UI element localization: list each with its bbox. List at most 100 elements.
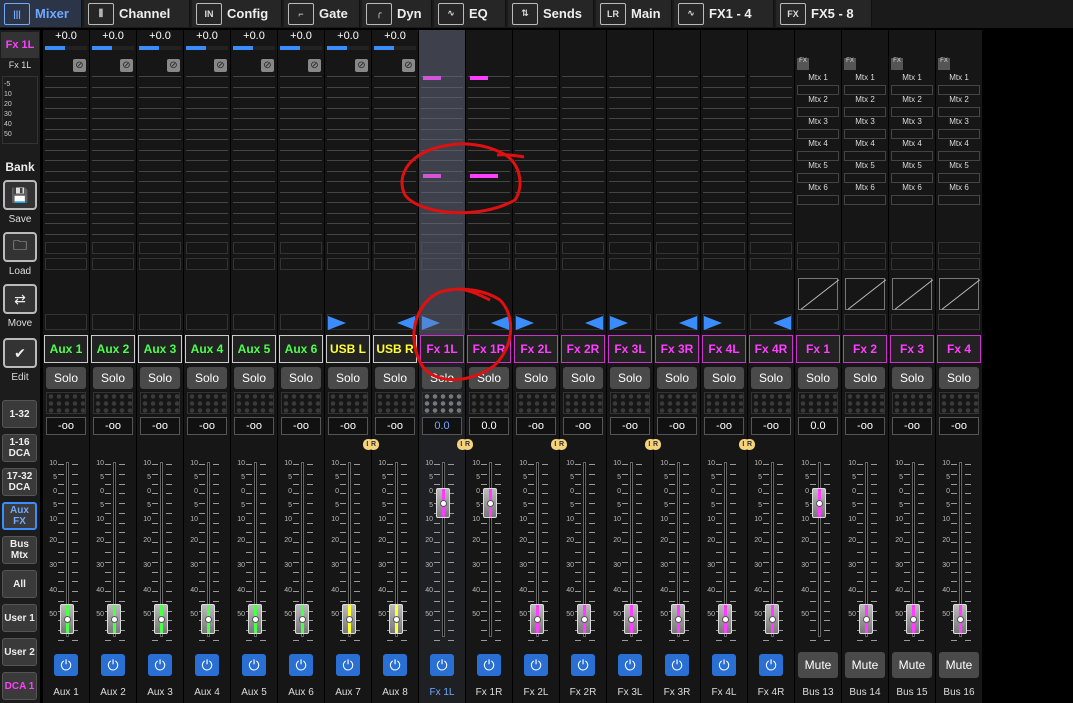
fader[interactable]: 10 5 0 5 10 20 30 40 50 — [420, 452, 464, 650]
bank-button-1-32[interactable]: 1-32 — [2, 400, 37, 428]
bypass-icon[interactable]: ⊘ — [120, 59, 133, 72]
solo-button[interactable]: Solo — [328, 367, 368, 389]
bank-button-aux-fx[interactable]: Aux FX — [2, 502, 37, 530]
fader-level-value[interactable]: 0.0 — [469, 417, 509, 435]
matrix-send-label[interactable]: Mtx 3 — [891, 116, 933, 127]
bypass-icon[interactable]: ⊘ — [73, 59, 86, 72]
matrix-send-label[interactable]: Mtx 1 — [844, 72, 886, 83]
channel-on-button[interactable]: ⏻ — [336, 654, 360, 676]
solo-button[interactable]: Solo — [93, 367, 133, 389]
bypass-icon[interactable]: ⊘ — [167, 59, 180, 72]
matrix-send-label[interactable]: Mtx 6 — [797, 182, 839, 193]
fader-level-value[interactable]: -oo — [187, 417, 227, 435]
fader-level-value[interactable]: -oo — [704, 417, 744, 435]
bank-button-user-2[interactable]: User 2 — [2, 638, 37, 666]
pan-indicator[interactable] — [280, 314, 322, 330]
fader[interactable]: 10 5 0 5 10 20 30 40 50 — [326, 452, 370, 650]
matrix-send-label[interactable]: Mtx 3 — [938, 116, 980, 127]
matrix-send-label[interactable]: Mtx 5 — [938, 160, 980, 171]
mute-button[interactable]: Mute — [939, 652, 979, 678]
fader-level-value[interactable]: -oo — [375, 417, 415, 435]
channel-on-button[interactable]: ⏻ — [665, 654, 689, 676]
matrix-send-label[interactable]: Mtx 4 — [797, 138, 839, 149]
fader[interactable]: 10 5 0 5 10 20 30 40 50 — [514, 452, 558, 650]
matrix-send-label[interactable]: Mtx 4 — [844, 138, 886, 149]
tab-sends[interactable]: ⇅ Sends — [508, 0, 594, 27]
gain-value[interactable]: +0.0 — [327, 30, 369, 44]
channel-name[interactable]: Aux 4 — [185, 335, 229, 363]
matrix-send-label[interactable]: Mtx 6 — [891, 182, 933, 193]
fader-knob[interactable] — [201, 603, 215, 634]
channel-name[interactable]: USB L — [326, 335, 370, 363]
tab-gate[interactable]: ⌐ Gate — [284, 0, 360, 27]
channel-name[interactable]: Fx 1R — [467, 335, 511, 363]
move-button[interactable]: ⇄ — [3, 284, 37, 314]
gain-value[interactable]: +0.0 — [280, 30, 322, 44]
channel-name[interactable]: Fx 4R — [749, 335, 793, 363]
fader[interactable]: 10 5 0 5 10 20 30 40 50 — [185, 452, 229, 650]
fader-level-value[interactable]: 0.0 — [422, 417, 462, 435]
fader-knob[interactable] — [436, 487, 450, 518]
channel-name[interactable]: Fx 3 — [890, 335, 934, 363]
solo-button[interactable]: Solo — [422, 367, 462, 389]
fader-level-value[interactable]: -oo — [234, 417, 274, 435]
channel-on-button[interactable]: ⏻ — [618, 654, 642, 676]
pan-curve-display[interactable] — [798, 278, 838, 310]
bypass-icon[interactable]: ⊘ — [214, 59, 227, 72]
fader[interactable]: 10 5 0 5 10 20 30 40 50 — [655, 452, 699, 650]
pan-indicator[interactable] — [233, 314, 275, 330]
fader[interactable]: 10 5 0 5 10 20 30 40 50 — [937, 452, 981, 650]
channel-name[interactable]: Aux 5 — [232, 335, 276, 363]
channel-on-button[interactable]: ⏻ — [759, 654, 783, 676]
fader-knob[interactable] — [953, 603, 967, 634]
channel-name[interactable]: Fx 1 — [796, 335, 840, 363]
channel-on-button[interactable]: ⏻ — [242, 654, 266, 676]
solo-button[interactable]: Solo — [751, 367, 791, 389]
solo-button[interactable]: Solo — [140, 367, 180, 389]
channel-name[interactable]: Fx 3L — [608, 335, 652, 363]
matrix-send-label[interactable]: Mtx 5 — [797, 160, 839, 171]
fader-level-value[interactable]: -oo — [939, 417, 979, 435]
fader[interactable]: 10 5 0 5 10 20 30 40 50 — [796, 452, 840, 650]
matrix-send-label[interactable]: Mtx 6 — [938, 182, 980, 193]
channel-name[interactable]: Aux 1 — [44, 335, 88, 363]
fader-knob[interactable] — [248, 603, 262, 634]
tab-dyn[interactable]: ╭ Dyn — [362, 0, 432, 27]
channel-on-button[interactable]: ⏻ — [430, 654, 454, 676]
tab-eq[interactable]: ∿ EQ — [434, 0, 506, 27]
channel-on-button[interactable]: ⏻ — [477, 654, 501, 676]
channel-name[interactable]: Fx 2R — [561, 335, 605, 363]
matrix-send-label[interactable]: Mtx 6 — [844, 182, 886, 193]
fader-knob[interactable] — [765, 603, 779, 634]
fader[interactable]: 10 5 0 5 10 20 30 40 50 — [890, 452, 934, 650]
channel-on-button[interactable]: ⏻ — [383, 654, 407, 676]
channel-on-button[interactable]: ⏻ — [571, 654, 595, 676]
fader-knob[interactable] — [906, 603, 920, 634]
fader-level-value[interactable]: 0.0 — [798, 417, 838, 435]
fader-level-value[interactable]: -oo — [563, 417, 603, 435]
tab-mixer[interactable]: ||| Mixer — [0, 0, 82, 27]
fader[interactable]: 10 5 0 5 10 20 30 40 50 — [702, 452, 746, 650]
fader-level-value[interactable]: -oo — [516, 417, 556, 435]
channel-on-button[interactable]: ⏻ — [289, 654, 313, 676]
channel-name[interactable]: Fx 3R — [655, 335, 699, 363]
tab-fx5-8[interactable]: FX FX5 - 8 — [776, 0, 872, 27]
matrix-send-level[interactable] — [844, 195, 886, 205]
fader-knob[interactable] — [389, 603, 403, 634]
fader-knob[interactable] — [671, 603, 685, 634]
fader-knob[interactable] — [812, 487, 826, 518]
bank-button-dca-1[interactable]: DCA 1 — [2, 672, 37, 700]
channel-name[interactable]: USB R — [373, 335, 417, 363]
pan-indicator[interactable] — [45, 314, 87, 330]
solo-button[interactable]: Solo — [798, 367, 838, 389]
fader[interactable]: 10 5 0 5 10 20 30 40 50 — [91, 452, 135, 650]
fader[interactable]: 10 5 0 5 10 20 30 40 50 — [608, 452, 652, 650]
matrix-send-label[interactable]: Mtx 5 — [891, 160, 933, 171]
channel-name[interactable]: Fx 4L — [702, 335, 746, 363]
matrix-send-label[interactable]: Mtx 2 — [938, 94, 980, 105]
fader-knob[interactable] — [342, 603, 356, 634]
fader-knob[interactable] — [295, 603, 309, 634]
bank-button-user-1[interactable]: User 1 — [2, 604, 37, 632]
fader-knob[interactable] — [577, 603, 591, 634]
pan-indicator[interactable] — [797, 314, 839, 330]
